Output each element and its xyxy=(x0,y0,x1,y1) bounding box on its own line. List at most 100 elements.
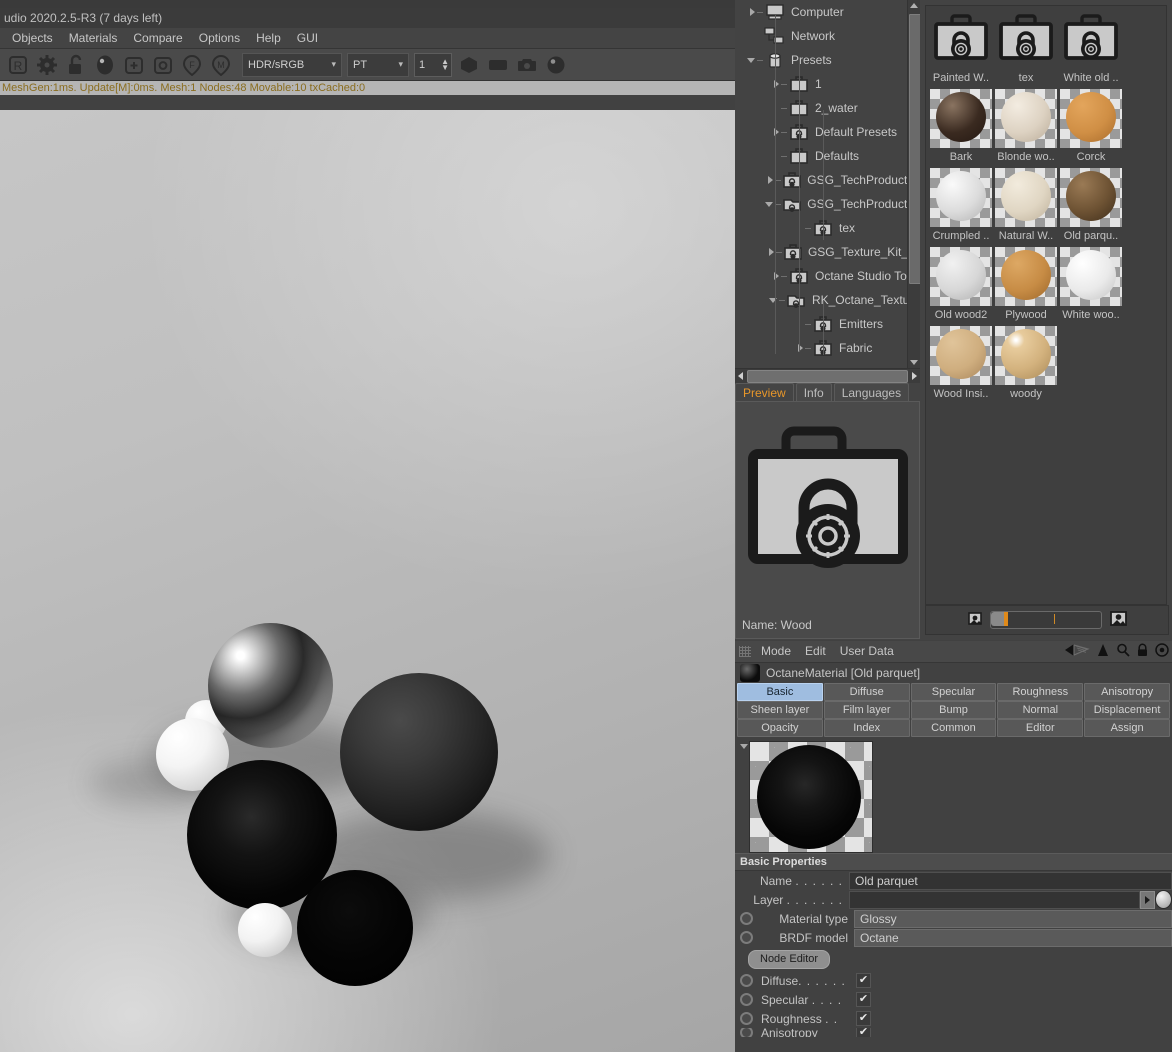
search-icon[interactable] xyxy=(1116,643,1130,660)
radio-toggle[interactable] xyxy=(740,1028,753,1037)
roughness-checkbox[interactable]: ✔ xyxy=(856,1011,871,1026)
thumbnail-item[interactable]: White woo.. xyxy=(1060,247,1122,326)
add-object-icon[interactable] xyxy=(122,53,146,77)
tab-film-layer[interactable]: Film layer xyxy=(823,701,910,719)
material-thumbnail-grid[interactable]: Painted W.. tex White old .. Bark Blonde… xyxy=(925,5,1167,605)
thumbnail-item[interactable]: White old .. xyxy=(1060,10,1122,89)
thumbnail-item[interactable]: Plywood xyxy=(995,247,1057,326)
menu-edit[interactable]: Edit xyxy=(798,641,833,662)
tree-horizontal-scrollbar[interactable] xyxy=(735,368,920,383)
name-field[interactable]: Old parquet xyxy=(849,871,1172,890)
tab-sheen-layer[interactable]: Sheen layer xyxy=(737,701,823,719)
scroll-right-arrow-icon[interactable] xyxy=(912,372,917,380)
material-type-dropdown[interactable]: Glossy xyxy=(854,909,1172,928)
thumb-large-icon[interactable] xyxy=(1109,611,1127,629)
thumbnail-item[interactable]: Crumpled .. xyxy=(930,168,992,247)
tree-row[interactable]: GSG_TechProducts_ xyxy=(735,192,920,216)
tab-specular[interactable]: Specular xyxy=(910,683,997,701)
drag-grip-icon[interactable] xyxy=(739,646,751,657)
thumbnail-size-slider[interactable] xyxy=(989,611,1102,629)
object-icon[interactable] xyxy=(151,53,175,77)
tab-anisotropy[interactable]: Anisotropy xyxy=(1084,683,1170,701)
tab-displacement[interactable]: Displacement xyxy=(1084,701,1170,719)
thumbnail-item[interactable]: Natural W.. xyxy=(995,168,1057,247)
thumbnail-item[interactable]: woody xyxy=(995,326,1057,405)
tab-editor[interactable]: Editor xyxy=(997,719,1084,737)
tree-row[interactable]: GSG_Texture_Kit_Pr xyxy=(735,240,920,264)
tab-roughness[interactable]: Roughness xyxy=(997,683,1084,701)
thumbnail-item[interactable]: Bark xyxy=(930,89,992,168)
tree-toggle[interactable] xyxy=(735,297,785,303)
up-arrow-icon[interactable] xyxy=(1096,643,1110,660)
radio-toggle[interactable] xyxy=(740,931,753,944)
scroll-thumb[interactable] xyxy=(747,369,908,383)
menu-compare[interactable]: Compare xyxy=(125,28,190,48)
thumbnail-item[interactable]: Old wood2 xyxy=(930,247,992,326)
tree-toggle[interactable] xyxy=(735,272,787,280)
tab-info[interactable]: Info xyxy=(795,383,832,402)
tab-bump[interactable]: Bump xyxy=(910,701,997,719)
back-arrow-icon[interactable] xyxy=(1064,643,1090,660)
tab-diffuse[interactable]: Diffuse xyxy=(823,683,910,701)
unlock-icon[interactable] xyxy=(64,53,88,77)
tab-opacity[interactable]: Opacity xyxy=(737,719,823,737)
material-pin-icon[interactable]: M xyxy=(209,53,233,77)
anisotropy-checkbox[interactable]: ✔ xyxy=(856,1028,871,1037)
tree-vertical-scrollbar[interactable] xyxy=(907,0,921,368)
tree-row[interactable]: Presets xyxy=(735,48,920,72)
menu-materials[interactable]: Materials xyxy=(61,28,126,48)
radio-toggle[interactable] xyxy=(740,993,753,1006)
camera-icon[interactable] xyxy=(515,53,539,77)
slider-handle[interactable] xyxy=(990,612,1004,626)
collapse-arrow-icon[interactable] xyxy=(739,741,749,853)
lock-icon[interactable] xyxy=(1136,643,1149,660)
radio-toggle[interactable] xyxy=(740,912,753,925)
tab-index[interactable]: Index xyxy=(823,719,910,737)
tree-row[interactable]: Fabric xyxy=(735,336,920,360)
thumbnail-item[interactable]: Old parqu.. xyxy=(1060,168,1122,247)
radio-toggle[interactable] xyxy=(740,974,753,987)
thumbnail-item[interactable]: Wood Insi.. xyxy=(930,326,992,405)
tree-row[interactable]: Emitters xyxy=(735,312,920,336)
tab-languages[interactable]: Languages xyxy=(833,383,910,402)
material-preview-image[interactable] xyxy=(749,741,873,853)
tree-row[interactable]: 2_water xyxy=(735,96,920,120)
tree-row[interactable]: GSG_TechProducts_ xyxy=(735,168,920,192)
menu-objects[interactable]: Objects xyxy=(4,28,61,48)
menu-mode[interactable]: Mode xyxy=(754,641,798,662)
thumbnail-item[interactable]: Corck xyxy=(1060,89,1122,168)
tree-row[interactable]: Computer xyxy=(735,0,920,24)
material-sphere-icon[interactable] xyxy=(93,53,117,77)
thumbnail-item[interactable]: Painted W.. xyxy=(930,10,992,89)
radio-toggle[interactable] xyxy=(740,1012,753,1025)
scroll-down-arrow-icon[interactable] xyxy=(910,360,918,365)
menu-user-data[interactable]: User Data xyxy=(833,641,901,662)
tab-assign[interactable]: Assign xyxy=(1084,719,1170,737)
menu-options[interactable]: Options xyxy=(191,28,248,48)
target-icon[interactable] xyxy=(1155,643,1169,660)
tree-toggle[interactable] xyxy=(735,128,787,136)
layer-expand-arrow-icon[interactable] xyxy=(1140,890,1155,909)
quantity-stepper[interactable]: 1 ▲ ▼ xyxy=(414,52,452,77)
sphere-icon[interactable] xyxy=(544,53,568,77)
brdf-model-dropdown[interactable]: Octane xyxy=(854,928,1172,947)
thumbnail-item[interactable]: tex xyxy=(995,10,1057,89)
tab-preview[interactable]: Preview xyxy=(735,383,794,402)
folder-tree[interactable]: Computer Network Presets 1 2_water Defau… xyxy=(735,0,920,368)
tree-row[interactable]: 1 xyxy=(735,72,920,96)
stepper-arrows-icon[interactable]: ▲ ▼ xyxy=(441,57,449,71)
scroll-left-arrow-icon[interactable] xyxy=(738,372,743,380)
tab-common[interactable]: Common xyxy=(910,719,997,737)
hexagon-icon[interactable] xyxy=(457,53,481,77)
node-editor-button[interactable]: Node Editor xyxy=(748,949,831,969)
tree-row[interactable]: Octane Studio Too xyxy=(735,264,920,288)
tree-row[interactable]: Defaults xyxy=(735,144,920,168)
tree-toggle[interactable] xyxy=(735,8,763,16)
tree-row[interactable]: tex xyxy=(735,216,920,240)
thumbnail-item[interactable]: Blonde wo.. xyxy=(995,89,1057,168)
layer-field[interactable] xyxy=(849,890,1140,909)
menu-gui[interactable]: GUI xyxy=(289,28,326,48)
menu-help[interactable]: Help xyxy=(248,28,289,48)
diffuse-checkbox[interactable]: ✔ xyxy=(856,973,871,988)
kernel-dropdown[interactable]: PT ▾ xyxy=(347,52,409,77)
